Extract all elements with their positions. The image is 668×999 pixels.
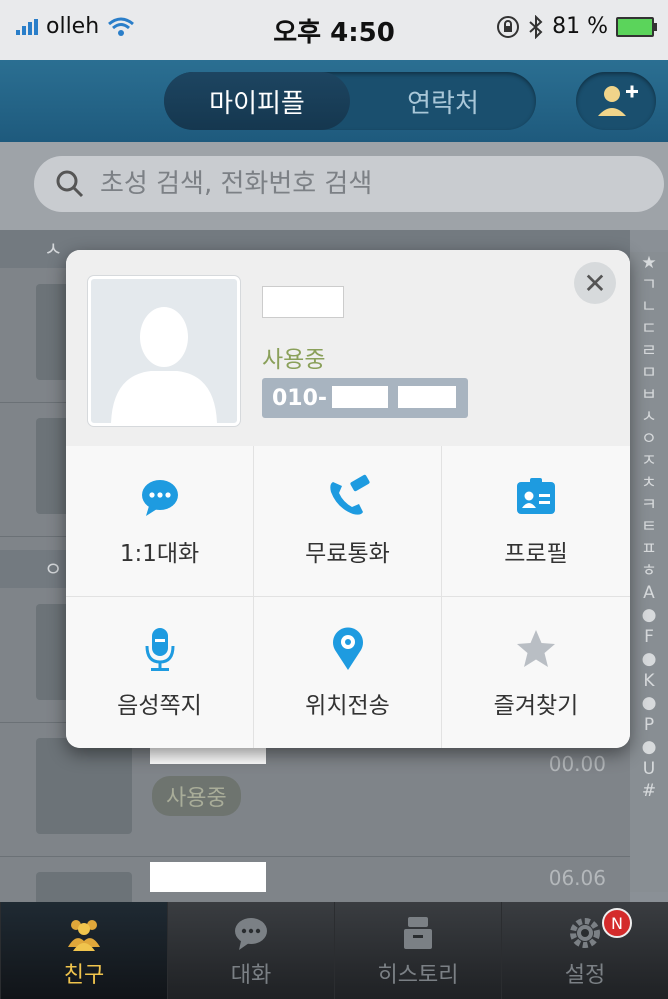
bottom-tab-bar: 친구 대화 히스토리 설정 N bbox=[0, 902, 668, 999]
battery-icon bbox=[616, 16, 657, 37]
phone-redacted bbox=[332, 386, 388, 408]
star-icon bbox=[517, 629, 555, 667]
index-letter[interactable]: ㄹ bbox=[641, 340, 657, 362]
close-button[interactable]: ✕ bbox=[574, 262, 616, 304]
index-letter[interactable]: ㅇ bbox=[641, 428, 657, 450]
avatar bbox=[36, 738, 132, 834]
phone-prefix: 010- bbox=[272, 385, 328, 411]
history-icon bbox=[404, 916, 432, 949]
gear-icon bbox=[570, 917, 600, 948]
index-letter[interactable]: ㅅ bbox=[641, 406, 657, 428]
alphabet-index[interactable]: ★ ㄱㄴㄷㄹㅁㅂㅅㅇㅈㅊㅋㅌㅍㅎ A ● F ● K ● P ● U # bbox=[630, 252, 668, 892]
last-seen-date: 06.06 bbox=[548, 866, 606, 890]
index-letter[interactable]: ● bbox=[642, 736, 657, 758]
close-icon: ✕ bbox=[583, 266, 607, 300]
popup-header: 사용중 010- ✕ bbox=[66, 250, 630, 446]
action-grid: 1:1대화 무료통화 프로필 음성쪽지 위치전송 즐겨찾기 bbox=[66, 446, 630, 748]
index-letter[interactable]: ㅎ bbox=[641, 560, 657, 582]
action-label: 프로필 bbox=[504, 541, 568, 567]
microphone-icon bbox=[145, 627, 174, 671]
lock-rotation-icon bbox=[497, 15, 520, 38]
tab-label: 대화 bbox=[230, 962, 272, 988]
favorite-button[interactable]: 즐겨찾기 bbox=[442, 597, 630, 748]
search-input[interactable] bbox=[98, 168, 642, 200]
index-letter[interactable]: ㅁ bbox=[641, 362, 657, 384]
header-segmented-control: 마이피플 연락처 bbox=[164, 72, 536, 130]
search-field[interactable] bbox=[34, 156, 664, 212]
index-letter[interactable]: K bbox=[643, 670, 654, 692]
phone-free-icon bbox=[329, 474, 370, 515]
index-letter[interactable]: ● bbox=[642, 604, 657, 626]
tab-friends[interactable]: 친구 bbox=[0, 902, 167, 999]
index-letter[interactable]: ● bbox=[642, 692, 657, 714]
profile-avatar bbox=[88, 276, 240, 426]
profile-phone: 010- bbox=[262, 378, 468, 418]
index-letter[interactable]: ㄱ bbox=[641, 274, 657, 296]
friend-profile-popup: 사용중 010- ✕ 1:1대화 무료통화 프로필 음성쪽지 위치전송 즐겨찾기 bbox=[66, 250, 630, 748]
tab-label: 히스토리 bbox=[377, 962, 459, 988]
default-person-icon bbox=[111, 307, 217, 423]
profile-name-redacted bbox=[262, 286, 344, 318]
location-pin-icon bbox=[332, 627, 363, 670]
free-call-button[interactable]: 무료통화 bbox=[254, 446, 442, 597]
last-seen-date: 00.00 bbox=[548, 752, 606, 776]
index-letter[interactable]: ㄴ bbox=[641, 296, 657, 318]
friends-icon bbox=[68, 919, 100, 951]
chat-icon bbox=[235, 917, 267, 950]
notification-badge: N bbox=[602, 908, 632, 938]
index-letter[interactable]: ㅊ bbox=[641, 472, 657, 494]
send-location-button[interactable]: 위치전송 bbox=[254, 597, 442, 748]
index-letter[interactable]: ㅂ bbox=[641, 384, 657, 406]
profile-status: 사용중 bbox=[262, 347, 326, 373]
search-icon bbox=[56, 170, 84, 198]
add-friend-button[interactable] bbox=[576, 72, 656, 130]
voice-memo-button[interactable]: 음성쪽지 bbox=[66, 597, 254, 748]
app-header: 마이피플 연락처 bbox=[0, 60, 668, 142]
contact-name-redacted bbox=[150, 862, 266, 892]
tab-settings[interactable]: 설정 N bbox=[501, 902, 668, 999]
index-letter[interactable]: P bbox=[644, 714, 654, 736]
profile-card-icon bbox=[517, 478, 555, 514]
tab-label: 설정 bbox=[564, 962, 606, 988]
action-label: 1:1대화 bbox=[119, 541, 200, 567]
search-bar-area bbox=[0, 142, 668, 230]
bluetooth-icon bbox=[529, 14, 543, 39]
tab-mypeople[interactable]: 마이피플 bbox=[164, 72, 350, 130]
index-letter[interactable]: ㅌ bbox=[641, 516, 657, 538]
tab-contacts[interactable]: 연락처 bbox=[350, 72, 536, 130]
tab-history[interactable]: 히스토리 bbox=[334, 902, 501, 999]
chat-button[interactable]: 1:1대화 bbox=[66, 446, 254, 597]
index-letter[interactable]: F bbox=[644, 626, 654, 648]
profile-button[interactable]: 프로필 bbox=[442, 446, 630, 597]
index-letter[interactable]: ㅍ bbox=[641, 538, 657, 560]
index-letter[interactable]: # bbox=[642, 780, 656, 802]
action-label: 위치전송 bbox=[305, 692, 390, 719]
chat-bubble-icon bbox=[141, 480, 178, 516]
status-right: 81 % bbox=[496, 14, 657, 39]
phone-redacted bbox=[398, 386, 456, 408]
index-letter[interactable]: ㅈ bbox=[641, 450, 657, 472]
tab-chats[interactable]: 대화 bbox=[167, 902, 334, 999]
action-label: 즐겨찾기 bbox=[493, 692, 579, 719]
index-letter[interactable]: A bbox=[643, 582, 655, 604]
action-label: 음성쪽지 bbox=[117, 692, 202, 719]
status-badge: 사용중 bbox=[152, 776, 241, 816]
action-label: 무료통화 bbox=[305, 541, 390, 567]
index-letter[interactable]: ㅋ bbox=[641, 494, 657, 516]
index-letter[interactable]: ● bbox=[642, 648, 657, 670]
index-letter[interactable]: U bbox=[643, 758, 655, 780]
status-bar: olleh 오후 4:50 81 % bbox=[0, 0, 668, 60]
add-person-icon bbox=[598, 85, 638, 116]
index-letter[interactable]: ㄷ bbox=[641, 318, 657, 340]
index-letter[interactable]: ★ bbox=[641, 252, 656, 274]
tab-label: 친구 bbox=[63, 962, 105, 988]
battery-label: 81 % bbox=[552, 14, 608, 39]
